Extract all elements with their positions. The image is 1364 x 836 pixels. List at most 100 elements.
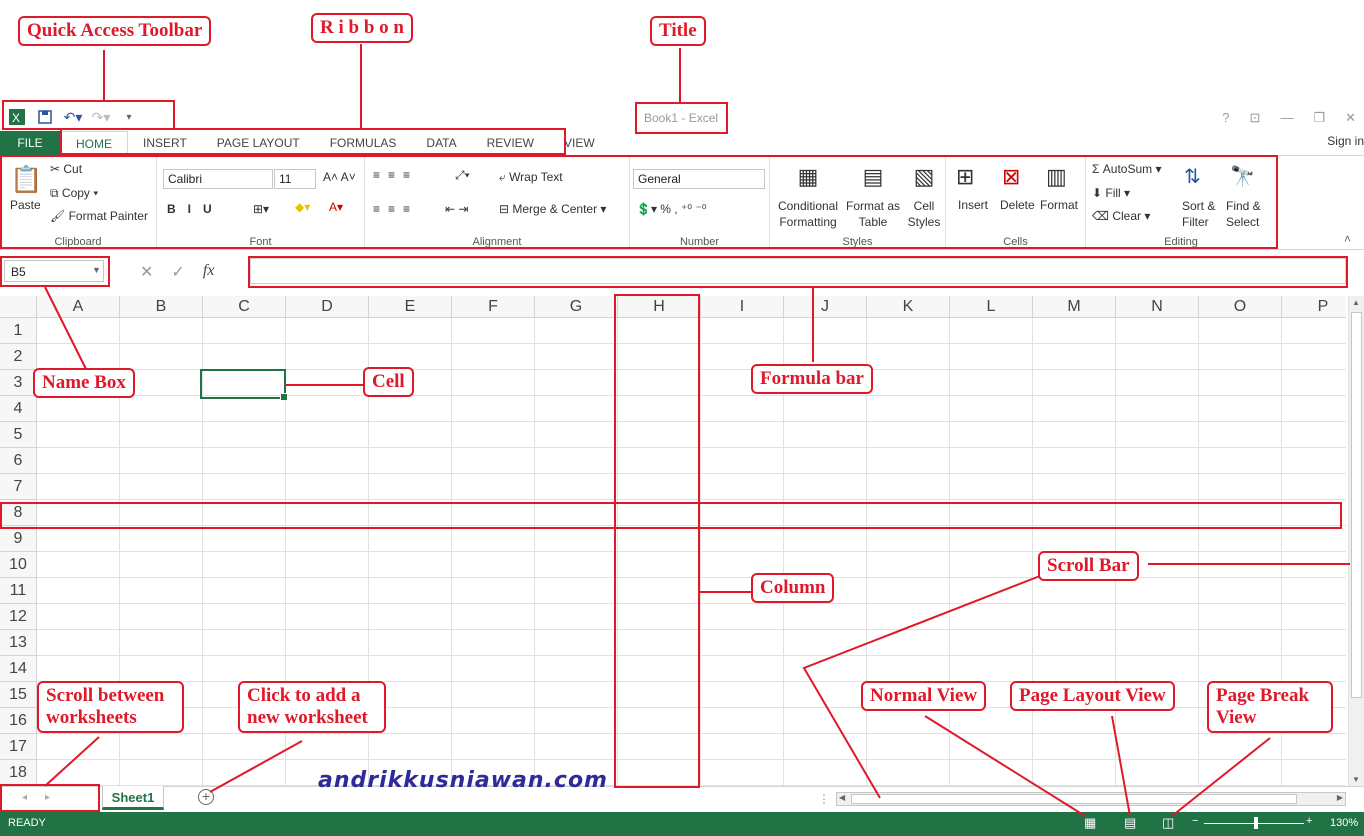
column-header[interactable]: N <box>1116 296 1199 318</box>
sign-in-link[interactable]: Sign in <box>1327 134 1364 148</box>
wrap-text-button[interactable]: ⤶ Wrap Text <box>499 170 563 185</box>
row-header[interactable]: 12 <box>0 604 37 630</box>
column-header[interactable]: M <box>1033 296 1116 318</box>
copy-button[interactable]: ⧉ Copy ▾ <box>50 186 98 201</box>
paste-icon[interactable]: 📋 <box>10 164 42 195</box>
select-all-corner[interactable] <box>0 296 37 318</box>
scroll-thumb[interactable] <box>1351 312 1362 698</box>
sort-filter-icon[interactable]: ⇅ <box>1184 164 1201 189</box>
column-header[interactable]: G <box>535 296 618 318</box>
tab-formulas[interactable]: FORMULAS <box>315 131 412 155</box>
cell-styles-icon[interactable]: ▧ <box>904 164 944 190</box>
add-sheet-icon[interactable]: + <box>198 789 214 805</box>
minimize-icon[interactable]: — <box>1280 110 1293 126</box>
fill-button[interactable]: ⬇ Fill ▾ <box>1092 186 1130 200</box>
undo-icon[interactable]: ↶▾ <box>64 108 83 126</box>
insert-button[interactable]: Insert <box>958 198 988 212</box>
tab-review[interactable]: REVIEW <box>472 131 549 155</box>
row-header[interactable]: 18 <box>0 760 37 786</box>
row-header[interactable]: 5 <box>0 422 37 448</box>
horizontal-scrollbar[interactable]: ◀ ▶ <box>836 792 1346 806</box>
format-button[interactable]: Format <box>1040 198 1078 212</box>
tab-file[interactable]: FILE <box>0 131 60 155</box>
delete-button[interactable]: Delete <box>1000 198 1035 212</box>
zoom-out-icon[interactable]: − <box>1192 815 1198 827</box>
font-color-icon[interactable]: A▾ <box>329 200 343 214</box>
hscroll-thumb[interactable] <box>851 794 1297 804</box>
column-header[interactable]: H <box>618 296 701 318</box>
find-select-icon[interactable]: 🔭 <box>1230 164 1255 189</box>
find-select-button[interactable]: Find & Select <box>1226 198 1272 230</box>
tab-data[interactable]: DATA <box>411 131 471 155</box>
format-cells-icon[interactable]: ▥ <box>1046 164 1067 190</box>
row-header[interactable]: 14 <box>0 656 37 682</box>
number-format-icons[interactable]: 💲▾ % , ⁺⁰ ⁻⁰ <box>636 202 707 216</box>
column-header[interactable]: L <box>950 296 1033 318</box>
tab-home[interactable]: HOME <box>60 131 128 155</box>
row-header[interactable]: 11 <box>0 578 37 604</box>
borders-icon[interactable]: ⊞▾ <box>253 202 269 216</box>
row-header[interactable]: 13 <box>0 630 37 656</box>
function-icon[interactable]: fx <box>203 262 215 282</box>
format-as-table-button[interactable]: Format as Table <box>844 198 902 230</box>
vertical-align-icons[interactable]: ≡≡≡ <box>373 168 418 182</box>
row-header[interactable]: 16 <box>0 708 37 734</box>
customize-qat-icon[interactable]: ▾ <box>120 108 138 126</box>
column-header[interactable]: B <box>120 296 203 318</box>
row-header[interactable]: 4 <box>0 396 37 422</box>
scroll-down-icon[interactable]: ▼ <box>1352 775 1360 784</box>
normal-view-icon[interactable]: ▦ <box>1084 815 1096 831</box>
page-layout-view-icon[interactable]: ▤ <box>1124 815 1136 831</box>
save-icon[interactable] <box>36 108 54 126</box>
cancel-icon[interactable]: ✕ <box>140 262 153 282</box>
conditional-formatting-button[interactable]: Conditional Formatting <box>776 198 840 230</box>
zoom-slider-thumb[interactable] <box>1254 817 1258 829</box>
tab-view[interactable]: VIEW <box>549 131 610 155</box>
scroll-up-icon[interactable]: ▲ <box>1352 298 1360 307</box>
namebox-dropdown-icon[interactable]: ▼ <box>92 265 101 275</box>
delete-cells-icon[interactable]: ⊠ <box>1002 164 1020 190</box>
format-as-table-icon[interactable]: ▤ <box>844 164 902 190</box>
sheet-tab-sheet1[interactable]: Sheet1 <box>102 786 164 810</box>
close-icon[interactable]: ✕ <box>1345 110 1356 126</box>
restore-icon[interactable]: ❐ <box>1313 110 1325 126</box>
row-header[interactable]: 3 <box>0 370 37 396</box>
help-icon[interactable]: ? <box>1222 110 1229 126</box>
row-header[interactable]: 15 <box>0 682 37 708</box>
font-name-combo[interactable]: Calibri <box>163 169 273 189</box>
column-header[interactable]: E <box>369 296 452 318</box>
row-header[interactable]: 9 <box>0 526 37 552</box>
column-header[interactable]: O <box>1199 296 1282 318</box>
redo-icon[interactable]: ↷▾ <box>92 108 111 126</box>
orientation-icon[interactable]: ⤢▾ <box>455 168 470 183</box>
ribbon-display-icon[interactable]: ⊡ <box>1250 110 1261 126</box>
active-cell[interactable] <box>200 369 288 401</box>
formula-bar[interactable] <box>250 258 1346 284</box>
column-header[interactable]: F <box>452 296 535 318</box>
row-header[interactable]: 10 <box>0 552 37 578</box>
cut-button[interactable]: ✂ Cut <box>50 162 82 176</box>
vertical-scrollbar[interactable]: ▲ ▼ <box>1348 296 1364 786</box>
merge-center-button[interactable]: ⊟ Merge & Center ▾ <box>499 202 606 216</box>
enter-icon[interactable]: ✓ <box>171 262 184 282</box>
autosum-button[interactable]: Σ AutoSum ▾ <box>1092 162 1161 176</box>
conditional-formatting-icon[interactable]: ▦ <box>776 164 840 190</box>
grow-font-icon[interactable]: A˄ A˅ <box>323 170 356 184</box>
row-header[interactable]: 17 <box>0 734 37 760</box>
column-header[interactable]: I <box>701 296 784 318</box>
zoom-level[interactable]: 130% <box>1330 817 1358 829</box>
indent-icons[interactable]: ⇤ ⇥ <box>445 202 468 216</box>
tab-page-layout[interactable]: PAGE LAYOUT <box>202 131 315 155</box>
name-box[interactable]: B5 <box>4 260 104 282</box>
horizontal-align-icons[interactable]: ≡≡≡ <box>373 202 418 216</box>
font-size-combo[interactable]: 11 <box>274 169 316 189</box>
column-header[interactable]: P <box>1282 296 1346 318</box>
zoom-in-icon[interactable]: + <box>1306 815 1312 827</box>
row-header[interactable]: 1 <box>0 318 37 344</box>
page-break-view-icon[interactable]: ◫ <box>1162 815 1174 831</box>
scroll-left-icon[interactable]: ◀ <box>839 793 845 802</box>
row-header[interactable]: 7 <box>0 474 37 500</box>
insert-cells-icon[interactable]: ⊞ <box>956 164 974 190</box>
paste-button[interactable]: Paste <box>10 198 41 212</box>
scroll-right-icon[interactable]: ▶ <box>1337 793 1343 802</box>
